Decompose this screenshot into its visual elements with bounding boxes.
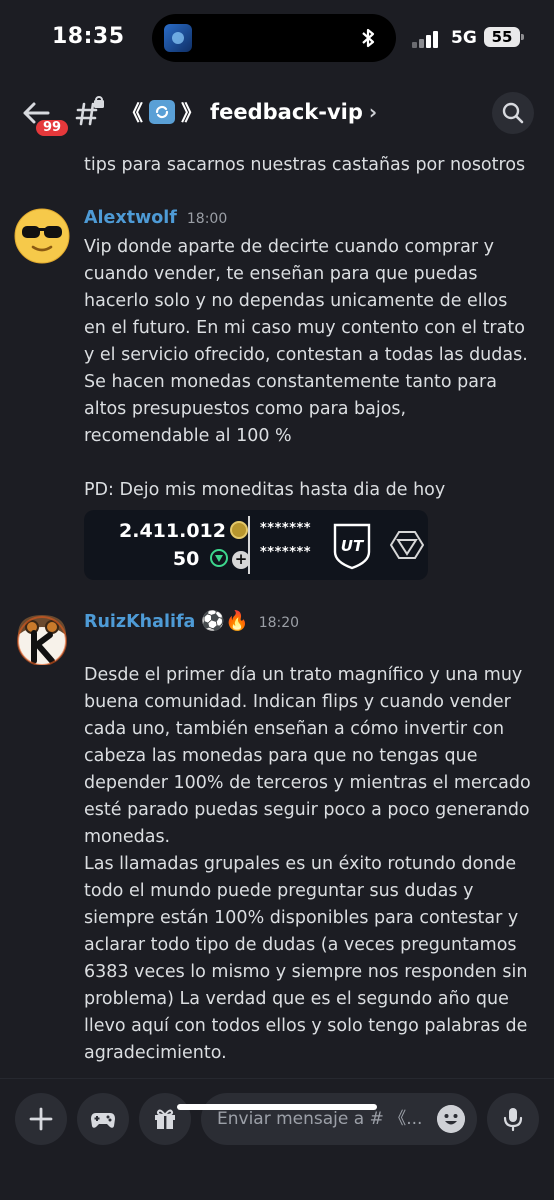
sunglasses-emoji-avatar[interactable] <box>14 208 70 264</box>
channel-name: feedback-vip <box>210 100 363 124</box>
signal-icon <box>412 30 442 48</box>
plus-icon <box>29 1107 53 1131</box>
message-body: Vip donde aparte de decirte cuando compr… <box>84 234 534 504</box>
k-logo-avatar[interactable] <box>14 609 70 665</box>
channel-header: 99 《 》 feedback-vip › <box>0 80 554 148</box>
hex-logo-icon <box>390 531 424 559</box>
coins-value: 2.411.012 <box>119 520 248 542</box>
points-value: 50 <box>173 548 228 570</box>
channel-prefix: 《 <box>122 101 143 125</box>
timestamp: 18:00 <box>186 211 228 227</box>
dynamic-island <box>152 14 396 62</box>
message-paragraph: Vip donde aparte de decirte cuando compr… <box>84 237 528 446</box>
network-type: 5G <box>451 28 477 48</box>
masked-text: ******* <box>260 545 312 560</box>
message-input[interactable] <box>217 1093 427 1145</box>
fc-points-icon <box>210 549 228 567</box>
author-name[interactable]: Alextwolf <box>84 208 177 228</box>
points-text: 50 <box>172 548 200 570</box>
gift-icon <box>155 1109 175 1129</box>
bluetooth-icon <box>362 28 375 48</box>
message-list[interactable]: tips para sacarnos nuestras castañas por… <box>0 148 554 1078</box>
channel-suffix: 》 <box>181 101 202 125</box>
coins-text: 2.411.012 <box>119 520 226 542</box>
search-icon <box>502 102 524 124</box>
divider <box>248 516 250 574</box>
gamepad-icon <box>91 1113 115 1128</box>
voice-message-button[interactable] <box>487 1093 539 1145</box>
status-bar: 18:35 5G 55 <box>0 0 554 80</box>
message-input-container[interactable] <box>201 1093 477 1145</box>
masked-text: ******* <box>260 521 312 536</box>
timestamp: 18:20 <box>258 615 300 631</box>
ut-shield-icon: UT <box>333 523 371 570</box>
gift-button[interactable] <box>139 1093 191 1145</box>
message-body: Desde el primer día un trato magnífico y… <box>84 635 534 1078</box>
microphone-icon <box>503 1108 523 1132</box>
search-button[interactable] <box>492 92 534 134</box>
author-name[interactable]: RuizKhalifa <box>84 612 195 632</box>
locked-channel-hash-icon <box>75 96 104 126</box>
battery-icon: 55 <box>484 27 524 47</box>
message-meta: RuizKhalifa ⚽🔥 18:20 <box>84 609 299 635</box>
refresh-emoji-icon <box>149 100 175 124</box>
channel-title[interactable]: 《 》 feedback-vip › <box>122 96 377 128</box>
message-meta: Alextwolf 18:00 <box>84 208 227 234</box>
unread-badge: 99 <box>34 118 70 138</box>
author-emojis: ⚽🔥 <box>201 610 249 632</box>
message-paragraph: PD: Dejo mis moneditas hasta dia de hoy <box>84 480 446 500</box>
image-attachment[interactable]: 2.411.012 50 + ******* ******* UT <box>84 510 428 580</box>
chevron-right-icon: › <box>368 100 378 124</box>
status-time: 18:35 <box>52 24 125 49</box>
app-icon <box>164 24 192 52</box>
emoji-picker-icon[interactable] <box>437 1105 465 1133</box>
message-composer <box>0 1078 554 1200</box>
badge-text: UT <box>341 537 365 555</box>
activities-button[interactable] <box>77 1093 129 1145</box>
message-paragraph: Desde el primer día un trato magnífico y… <box>84 665 531 1063</box>
home-indicator <box>177 1104 377 1110</box>
coin-icon <box>230 521 248 539</box>
add-attachment-button[interactable] <box>15 1093 67 1145</box>
previous-message-tail: tips para sacarnos nuestras castañas por… <box>84 155 526 175</box>
